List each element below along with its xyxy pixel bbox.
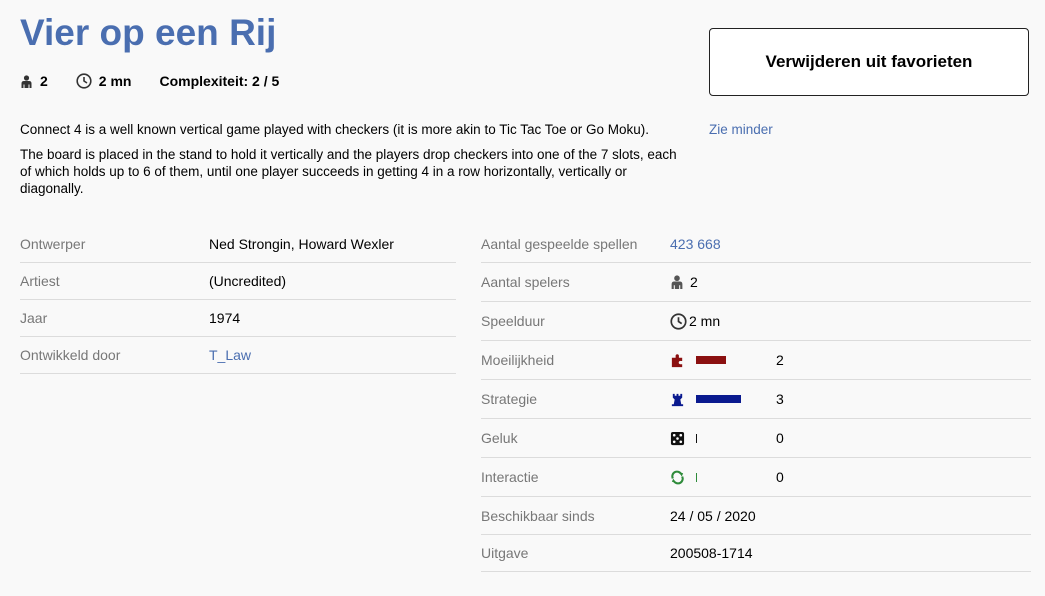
detail-row-strategy: Strategie 3	[481, 380, 1031, 419]
detail-label: Moeilijkheid	[481, 352, 555, 368]
strategy-bar	[696, 395, 741, 403]
interaction-score: 0	[776, 469, 784, 485]
detail-label: Jaar	[20, 310, 48, 326]
detail-row-available-since: Beschikbaar sinds 24 / 05 / 2020	[481, 497, 1031, 535]
recycle-arrows-icon	[671, 470, 684, 484]
detail-label: Aantal spelers	[481, 274, 570, 290]
clock-icon	[670, 312, 687, 330]
detail-row-developer: Ontwikkeld door T_Law	[20, 337, 456, 374]
complexity-value: Complexiteit: 2 / 5	[159, 73, 280, 89]
clock-icon	[76, 73, 92, 89]
dice-icon	[670, 431, 685, 445]
version-value: 200508-1714	[670, 545, 753, 561]
detail-label: Speelduur	[481, 313, 545, 329]
artist-value: (Uncredited)	[209, 273, 287, 289]
luck-bar	[696, 433, 697, 443]
num-players-value-wrap: 2	[670, 274, 698, 290]
players-summary: 2	[20, 73, 48, 89]
detail-row-designer: Ontwerper Ned Strongin, Howard Wexler	[20, 226, 456, 263]
detail-label: Ontwikkeld door	[20, 347, 121, 363]
detail-label: Ontwerper	[20, 236, 86, 252]
details-table-right: Aantal gespeelde spellen 423 668 Aantal …	[481, 226, 1031, 572]
interaction-bar-track	[696, 472, 776, 482]
description-long: The board is placed in the stand to hold…	[20, 147, 677, 196]
difficulty-bar-track	[696, 356, 776, 364]
duration-value: 2 mn	[98, 73, 132, 89]
detail-row-artist: Artiest (Uncredited)	[20, 263, 456, 300]
interaction-bar	[696, 472, 697, 482]
difficulty-bar	[696, 356, 726, 364]
detail-label: Geluk	[481, 430, 518, 446]
game-summary: 2 2 mn Complexiteit: 2 / 5	[20, 73, 307, 89]
detail-label: Artiest	[20, 273, 60, 289]
difficulty-value-wrap: 2	[670, 352, 784, 368]
luck-score: 0	[776, 430, 784, 446]
remove-favorite-button[interactable]: Verwijderen uit favorieten	[709, 28, 1029, 96]
num-players-value: 2	[690, 274, 698, 290]
detail-row-games-played: Aantal gespeelde spellen 423 668	[481, 226, 1031, 263]
puzzle-icon	[671, 353, 683, 367]
games-played-link[interactable]: 423 668	[670, 236, 721, 252]
detail-label: Interactie	[481, 469, 539, 485]
person-icon	[671, 275, 683, 289]
duration-summary: 2 mn	[76, 73, 132, 89]
luck-value-wrap: 0	[670, 430, 784, 446]
game-title: Vier op een Rij	[20, 12, 277, 53]
detail-row-play-time: Speelduur 2 mn	[481, 302, 1031, 341]
details-table-left: Ontwerper Ned Strongin, Howard Wexler Ar…	[20, 226, 456, 374]
players-count: 2	[40, 73, 48, 89]
game-description: Connect 4 is a well known vertical game …	[20, 121, 690, 205]
strategy-score: 3	[776, 391, 784, 407]
year-value: 1974	[209, 310, 241, 326]
detail-label: Uitgave	[481, 545, 529, 561]
detail-row-version: Uitgave 200508-1714	[481, 535, 1031, 572]
detail-row-num-players: Aantal spelers 2	[481, 263, 1031, 302]
difficulty-score: 2	[776, 352, 784, 368]
luck-bar-track	[696, 433, 776, 443]
play-time-value-wrap: 2 mn	[670, 312, 721, 330]
chess-rook-icon	[671, 393, 684, 406]
interaction-value-wrap: 0	[670, 469, 784, 485]
see-less-link[interactable]: Zie minder	[709, 122, 773, 137]
strategy-value-wrap: 3	[670, 391, 784, 407]
play-time-value: 2 mn	[689, 313, 721, 329]
detail-label: Aantal gespeelde spellen	[481, 236, 638, 252]
designer-value: Ned Strongin, Howard Wexler	[209, 236, 394, 252]
available-since-value: 24 / 05 / 2020	[670, 507, 756, 524]
detail-label: Beschikbaar sinds	[481, 507, 595, 524]
developer-link[interactable]: T_Law	[209, 347, 251, 363]
detail-row-difficulty: Moeilijkheid 2	[481, 341, 1031, 380]
detail-label: Strategie	[481, 391, 538, 407]
description-short: Connect 4 is a well known vertical game …	[20, 122, 650, 137]
detail-row-luck: Geluk 0	[481, 419, 1031, 458]
person-icon	[21, 74, 32, 88]
complexity-summary: Complexiteit: 2 / 5	[159, 73, 279, 89]
strategy-bar-track	[696, 395, 776, 403]
detail-row-interaction: Interactie 0	[481, 458, 1031, 497]
detail-row-year: Jaar 1974	[20, 300, 456, 337]
